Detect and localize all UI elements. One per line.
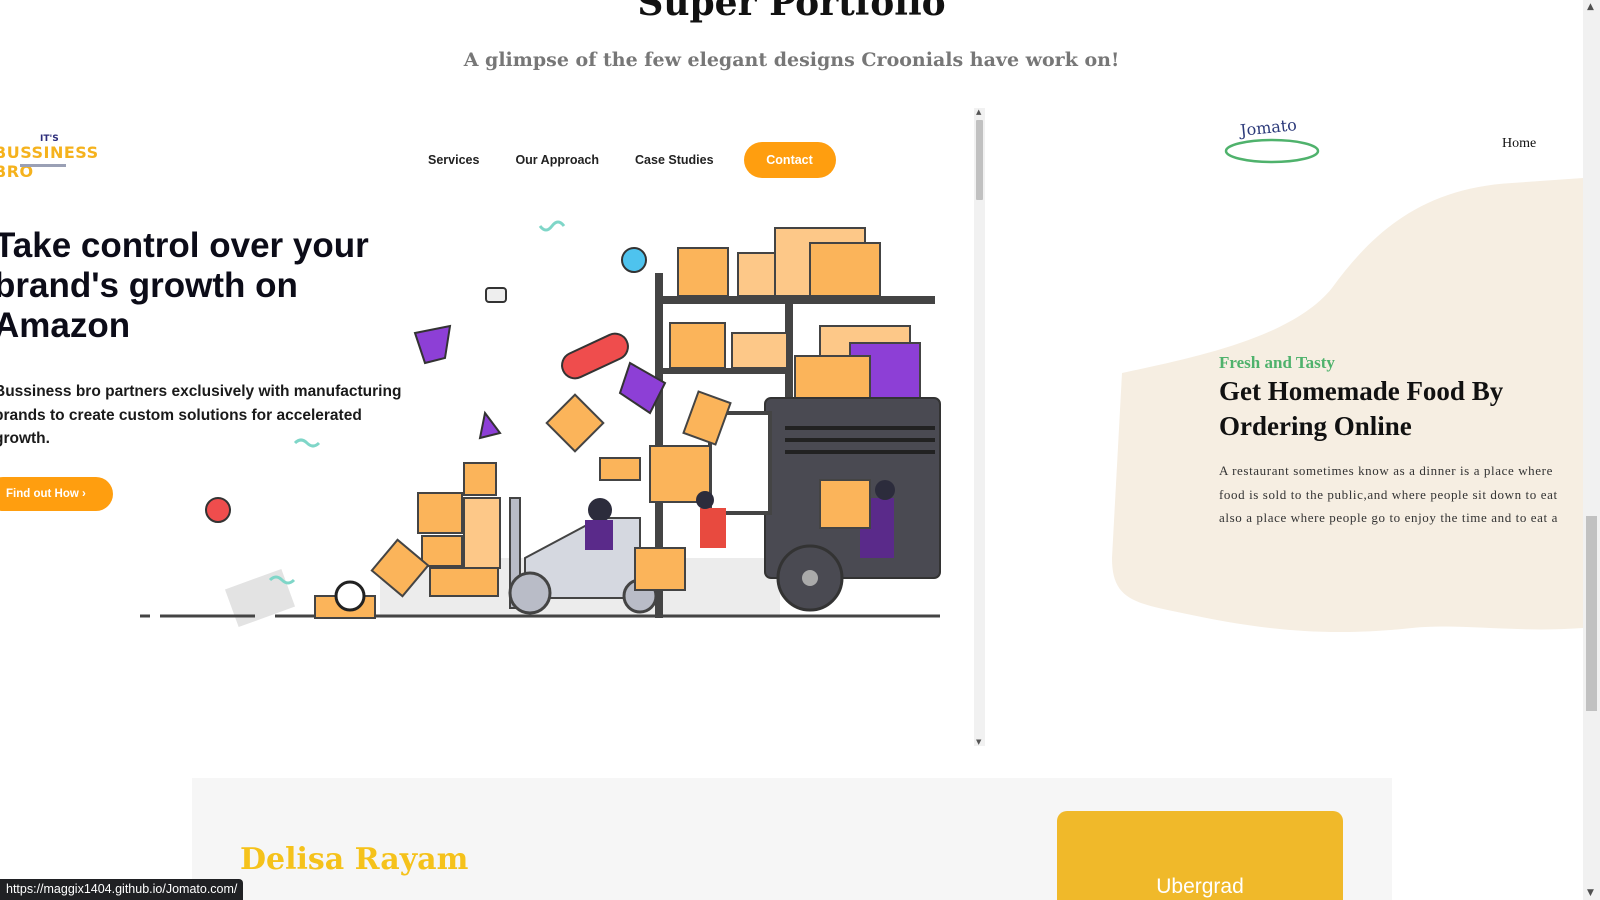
testimonial-name: Delisa Rayam bbox=[240, 842, 469, 877]
find-out-how-button[interactable]: Find out How › bbox=[0, 477, 113, 511]
hero-description: A restaurant sometimes know as a dinner … bbox=[1219, 459, 1583, 530]
nav-link-services[interactable]: Services bbox=[428, 153, 479, 167]
bussiness-bro-logo[interactable]: IT'S BUSSINESS BRO bbox=[0, 134, 124, 181]
section-title: Super Portfolio bbox=[637, 0, 946, 24]
portfolio-frame-jomato[interactable]: Jomato Home Fresh and Tasty Get Homemade… bbox=[992, 108, 1583, 746]
nav-link-case-studies[interactable]: Case Studies bbox=[635, 153, 714, 167]
page-scrollbar[interactable]: ▲ ▼ bbox=[1583, 0, 1600, 900]
status-bar-url: https://maggix1404.github.io/Jomato.com/ bbox=[0, 879, 244, 900]
company-label: Ubergrad bbox=[1156, 875, 1244, 898]
scroll-up-arrow-icon[interactable]: ▲ bbox=[1587, 2, 1594, 12]
hero-description-line: A restaurant sometimes know as a dinner … bbox=[1219, 463, 1553, 478]
logo-underline bbox=[20, 164, 66, 167]
testimonial-card: Delisa Rayam Ubergrad bbox=[192, 778, 1392, 900]
hero-description-line: food is sold to the public,and where peo… bbox=[1219, 486, 1558, 502]
portfolio-frame-scrollbar[interactable]: ▲ ▼ bbox=[974, 108, 985, 746]
bussiness-bro-nav: Services Our Approach Case Studies Conta… bbox=[428, 142, 836, 178]
logo-name: BUSSINESS BRO bbox=[0, 143, 99, 181]
warehouse-illustration bbox=[140, 220, 941, 628]
testimonial-company-card: Ubergrad bbox=[1057, 811, 1343, 900]
section-subtitle: A glimpse of the few elegant designs Cro… bbox=[463, 49, 1120, 71]
logo-swoosh-icon bbox=[1224, 138, 1320, 164]
nav-link-our-approach[interactable]: Our Approach bbox=[515, 153, 599, 167]
portfolio-frame-bussiness-bro[interactable]: IT'S BUSSINESS BRO Services Our Approach… bbox=[0, 108, 985, 746]
page-scroll-thumb[interactable] bbox=[1586, 516, 1597, 711]
hero-title-line: Ordering Online bbox=[1219, 411, 1412, 441]
hero-title-line: Get Homemade Food By bbox=[1219, 376, 1504, 406]
hero-tagline: Fresh and Tasty bbox=[1219, 353, 1335, 372]
scroll-thumb[interactable] bbox=[976, 120, 983, 200]
scroll-down-arrow-icon[interactable]: ▼ bbox=[976, 738, 981, 746]
hero-title: Get Homemade Food By Ordering Online bbox=[1219, 374, 1583, 444]
jomato-logo[interactable]: Jomato bbox=[1224, 115, 1324, 174]
nav-link-home[interactable]: Home bbox=[1502, 136, 1536, 152]
scroll-down-arrow-icon[interactable]: ▼ bbox=[1587, 888, 1594, 898]
hero-description-line: also a place where people go to enjoy th… bbox=[1219, 510, 1558, 525]
scroll-up-arrow-icon[interactable]: ▲ bbox=[976, 108, 981, 116]
contact-button[interactable]: Contact bbox=[743, 142, 836, 178]
